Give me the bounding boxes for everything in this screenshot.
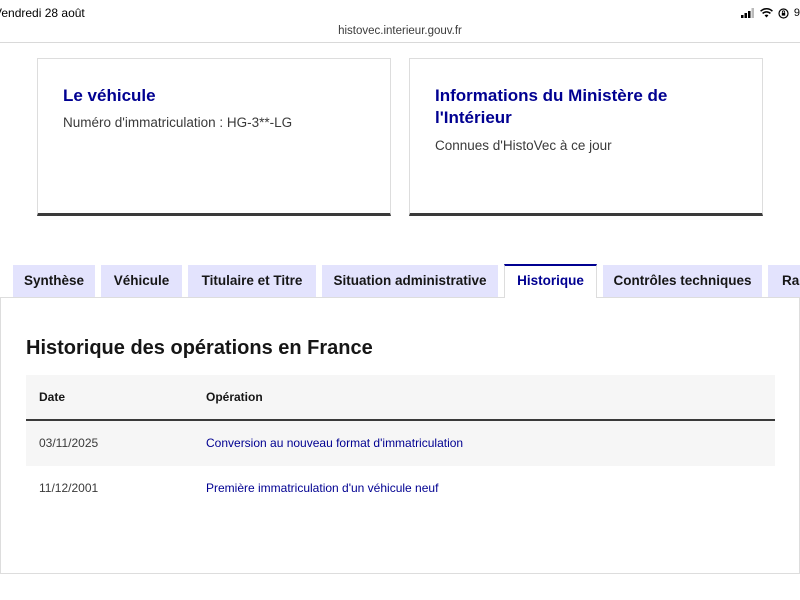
tab-titulaire-et-titre[interactable]: Titulaire et Titre (188, 265, 316, 297)
registration-number: Numéro d'immatriculation : HG-3**-LG (63, 115, 293, 130)
status-date: Vendredi 28 août (0, 6, 85, 20)
column-header-date: Date (39, 390, 66, 404)
ministry-card-title: Informations du Ministère de l'Intérieur (435, 86, 668, 127)
orientation-lock-icon (778, 7, 789, 19)
vehicle-card: Le véhicule Numéro d'immatriculation : H… (37, 58, 391, 216)
status-icons: 9 (740, 7, 800, 19)
vehicle-card-title: Le véhicule (63, 86, 156, 105)
table-body: 03/11/2025 Conversion au nouveau format … (26, 421, 775, 511)
row-date: 11/12/2001 (39, 481, 99, 495)
history-title: Historique des opérations en France (26, 337, 373, 359)
ministry-card-subtitle: Connues d'HistoVec à ce jour (435, 138, 612, 153)
wifi-icon (759, 8, 773, 18)
tab-bar: Synthèse Véhicule Titulaire et Titre Sit… (0, 264, 800, 298)
table-row: 11/12/2001 Première immatriculation d'un… (26, 466, 775, 511)
battery-percentage: 9 (793, 7, 800, 19)
tab-vehicule[interactable]: Véhicule (101, 265, 182, 297)
address-bar[interactable]: histovec.interieur.gouv.fr (0, 21, 800, 43)
tab-controles-techniques[interactable]: Contrôles techniques (603, 265, 762, 297)
table-header: Date Opération (26, 375, 775, 421)
tab-rapport[interactable]: Rap (768, 265, 800, 297)
row-operation: Première immatriculation d'un véhicule n… (206, 481, 439, 495)
url-text[interactable]: histovec.interieur.gouv.fr (338, 25, 462, 37)
column-header-operation: Opération (206, 390, 263, 404)
table-row: 03/11/2025 Conversion au nouveau format … (26, 421, 775, 466)
signal-icon (740, 8, 755, 18)
history-panel: Historique des opérations en France Date… (0, 297, 800, 574)
tab-synthese[interactable]: Synthèse (13, 265, 95, 297)
ministry-card: Informations du Ministère de l'Intérieur… (409, 58, 763, 216)
tab-historique[interactable]: Historique (504, 264, 597, 298)
row-date: 03/11/2025 (39, 436, 99, 450)
tab-situation-administrative[interactable]: Situation administrative (322, 265, 498, 297)
history-table: Date Opération 03/11/2025 Conversion au … (26, 375, 775, 511)
row-operation: Conversion au nouveau format d'immatricu… (206, 436, 464, 450)
